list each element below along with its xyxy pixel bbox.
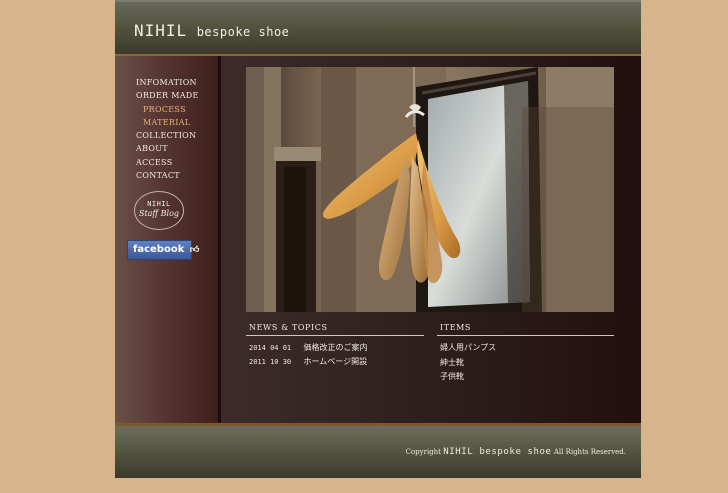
- site-page: NIHIL bespoke shoe INFOMATION ORDER MADE…: [115, 0, 641, 478]
- nav-item-collection[interactable]: COLLECTION: [136, 129, 199, 142]
- nav-item-contact[interactable]: CONTACT: [136, 169, 199, 182]
- news-list: 2014 04 01 価格改正のご案内 2011 10 30 ホームページ開設: [249, 341, 368, 369]
- facebook-label: facebook: [133, 244, 185, 255]
- site-footer: Copyright NIHIL bespoke shoe All Rights …: [115, 423, 641, 478]
- news-item[interactable]: 2014 04 01 価格改正のご案内: [249, 341, 368, 355]
- item-mens-shoes[interactable]: 紳士靴: [440, 356, 496, 371]
- staff-blog-link[interactable]: NIHIL Staff Blog: [134, 191, 184, 230]
- site-title-brand: NIHIL: [134, 21, 188, 40]
- hero-photo: [246, 67, 614, 312]
- items-list: 婦人用パンプス 紳士靴 子供靴: [440, 341, 496, 385]
- staff-blog-brand: NIHIL: [147, 200, 171, 208]
- nav-item-order-made[interactable]: ORDER MADE: [136, 89, 199, 102]
- news-item[interactable]: 2011 10 30 ホームページ開設: [249, 355, 368, 369]
- nav-item-process[interactable]: PROCESS: [136, 103, 199, 116]
- items-heading: ITEMS: [440, 323, 472, 332]
- nav-item-access[interactable]: ACCESS: [136, 156, 199, 169]
- copyright-suffix: All Rights Reserved.: [553, 448, 626, 456]
- news-date: 2014 04 01: [249, 344, 292, 352]
- sidebar: INFOMATION ORDER MADE PROCESS MATERIAL C…: [115, 56, 221, 423]
- news-title: 価格改正のご案内: [303, 343, 368, 352]
- thumbs-up-icon: 👍︎: [189, 245, 200, 255]
- nav-item-about[interactable]: ABOUT: [136, 142, 199, 155]
- news-title: ホームページ開設: [303, 357, 368, 366]
- nav-item-infomation[interactable]: INFOMATION: [136, 76, 199, 89]
- site-title[interactable]: NIHIL bespoke shoe: [134, 21, 289, 40]
- hero-photo-shoe-lasts: [246, 67, 614, 312]
- item-womens-pumps[interactable]: 婦人用パンプス: [440, 341, 496, 356]
- news-divider: [246, 335, 424, 336]
- site-title-subtitle: bespoke shoe: [196, 25, 290, 39]
- facebook-like-button[interactable]: facebook 👍︎: [127, 240, 199, 260]
- news-date: 2011 10 30: [249, 358, 292, 366]
- news-topics-heading: NEWS & TOPICS: [249, 323, 328, 332]
- nav-item-material[interactable]: MATERIAL: [136, 116, 199, 129]
- staff-blog-label: Staff Blog: [138, 209, 180, 218]
- items-divider: [437, 335, 614, 336]
- copyright-brand: NIHIL bespoke shoe: [443, 447, 552, 457]
- copyright-prefix: Copyright: [405, 448, 441, 456]
- main-content: NEWS & TOPICS 2014 04 01 価格改正のご案内 2011 1…: [221, 56, 641, 423]
- sidebar-nav: INFOMATION ORDER MADE PROCESS MATERIAL C…: [136, 76, 199, 182]
- site-header: NIHIL bespoke shoe: [115, 0, 641, 56]
- item-childrens-shoes[interactable]: 子供靴: [440, 370, 496, 385]
- copyright-text: Copyright NIHIL bespoke shoe All Rights …: [406, 447, 626, 457]
